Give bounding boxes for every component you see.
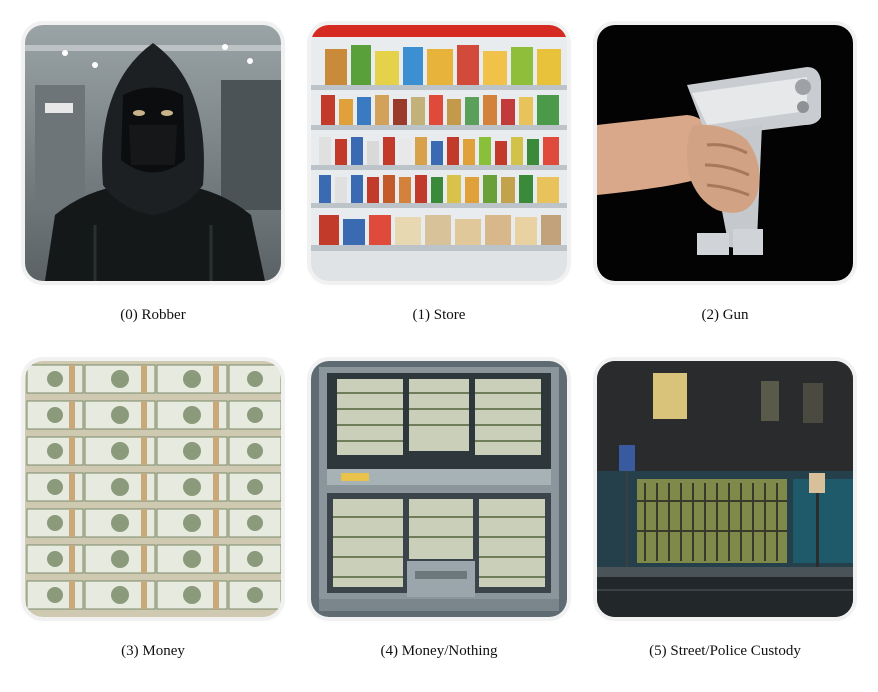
street-jail-image <box>597 361 853 617</box>
caption-money: (3) Money <box>121 643 185 659</box>
caption-robber: (0) Robber <box>120 307 186 323</box>
store-shelves-image <box>311 25 567 281</box>
tile-money-nothing[interactable] <box>311 361 567 617</box>
caption-store: (1) Store <box>412 307 466 323</box>
tile-money[interactable] <box>25 361 281 617</box>
caption-street-police: (5) Street/Police Custody <box>649 643 801 659</box>
handgun-image <box>597 25 853 281</box>
tile-gun[interactable] <box>597 25 853 281</box>
caption-gun: (2) Gun <box>701 307 749 323</box>
cash-drawer-image <box>311 361 567 617</box>
money-stacks-image <box>25 361 281 617</box>
tile-street-police[interactable] <box>597 361 853 617</box>
tile-store[interactable] <box>311 25 567 281</box>
hooded-robber-image <box>25 25 281 281</box>
caption-money-nothing: (4) Money/Nothing <box>380 643 498 659</box>
tile-robber[interactable] <box>25 25 281 281</box>
